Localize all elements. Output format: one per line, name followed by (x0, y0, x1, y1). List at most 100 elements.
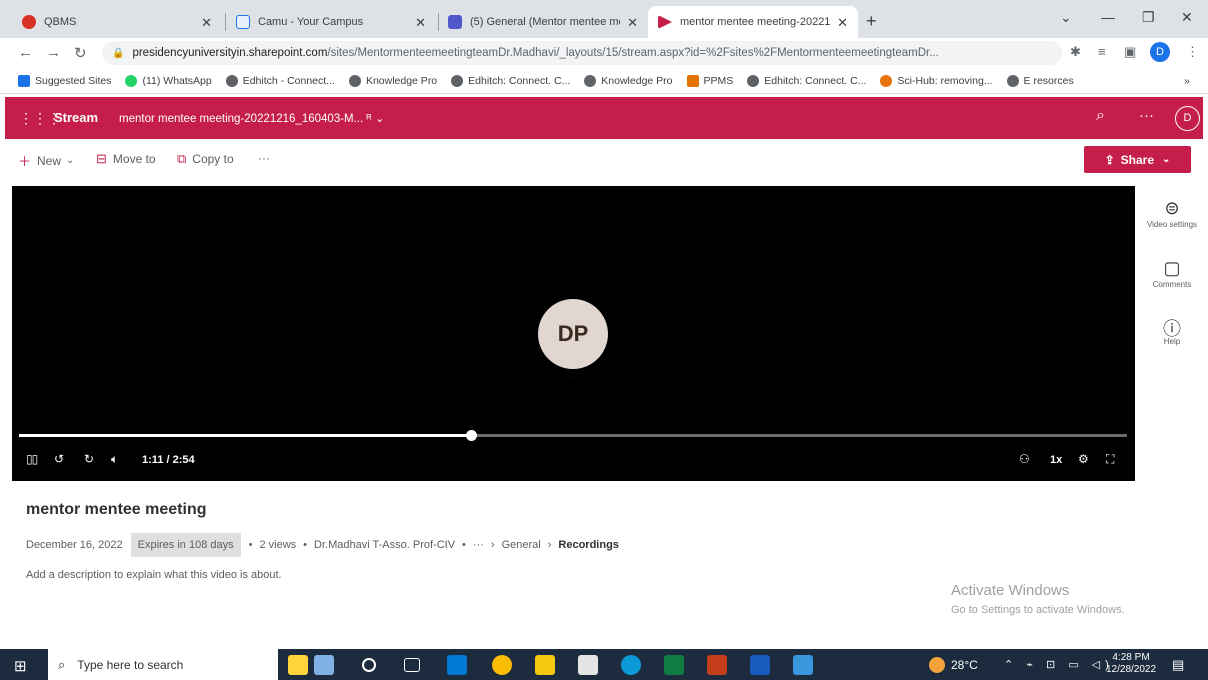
back-arrow-icon[interactable]: ← (18, 44, 33, 61)
tab-teams-general[interactable]: (5) General (Mentor mentee mee ✕ (438, 6, 648, 38)
video-owner[interactable]: Dr.Madhavi T-Asso. Prof-CIV (314, 539, 455, 551)
reload-icon[interactable]: ↻ (74, 44, 87, 62)
forward-arrow-icon[interactable]: → (46, 44, 61, 61)
close-window-icon[interactable]: ✕ (1181, 9, 1193, 26)
video-title[interactable]: mentor mentee meeting (26, 501, 206, 519)
description-field[interactable]: Add a description to explain what this v… (26, 569, 282, 581)
close-tab-icon[interactable]: ✕ (415, 15, 426, 31)
photos-app-icon[interactable] (793, 655, 813, 675)
bookmark-edhitch[interactable]: Edhitch - Connect... (225, 74, 335, 87)
bookmark-suggested-sites[interactable]: Suggested Sites (18, 74, 111, 87)
search-icon[interactable]: ⌕ (1096, 107, 1105, 125)
extensions-icon[interactable]: ✱ (1070, 44, 1081, 60)
tab-qbms[interactable]: QBMS ✕ (12, 6, 222, 38)
separator-dot: • (462, 539, 466, 551)
paint-app-icon[interactable] (288, 655, 308, 675)
mail-app-icon[interactable] (447, 655, 467, 675)
restore-window-icon[interactable]: ❐ (1142, 9, 1155, 26)
whatsapp-icon (125, 74, 138, 87)
more-commands-icon[interactable]: ··· (258, 151, 270, 165)
pause-icon[interactable]: ▯▯ (26, 452, 38, 466)
bookmark-whatsapp[interactable]: (11) WhatsApp (125, 74, 212, 87)
bookmark-knowledge-pro-2[interactable]: Knowledge Pro (584, 74, 673, 87)
powerpoint-app-icon[interactable] (707, 655, 727, 675)
seek-handle[interactable] (466, 430, 478, 441)
settings-gear-icon[interactable]: ⚙ (1078, 452, 1089, 466)
new-label: New (37, 153, 62, 168)
stream-header: ⋮⋮⋮ Stream mentor mentee meeting-2022121… (5, 97, 1203, 139)
reading-list-icon[interactable]: ≡ (1098, 44, 1106, 59)
bookmark-ppms[interactable]: PPMS (686, 74, 733, 87)
video-player[interactable]: DP · · · ▯▯ ↺ ↻ 🔈︎ 1:11 / 2:54 ⚇ 1x ⚙ ⛶ (12, 186, 1135, 481)
share-button[interactable]: ⇪ Share ⌄ (1084, 146, 1191, 173)
weather-widget[interactable]: 28°C (929, 657, 978, 673)
bookmark-label: Knowledge Pro (601, 74, 673, 87)
close-tab-icon[interactable]: ✕ (837, 15, 848, 31)
file-title-dropdown[interactable]: mentor mentee meeting-20221216_160403-M.… (119, 111, 384, 125)
bookmark-knowledge-pro[interactable]: Knowledge Pro (348, 74, 437, 87)
globe-icon (584, 74, 597, 87)
user-avatar[interactable]: D (1175, 106, 1200, 131)
clock-time: 4:28 PM (1112, 652, 1150, 663)
url-path: /sites/MentormenteemeetingteamDr.Madhavi… (327, 47, 939, 59)
video-settings-button[interactable]: ⊜ Video settings (1146, 198, 1198, 229)
activation-watermark-subtitle: Go to Settings to activate Windows. (951, 604, 1125, 616)
windows-start-icon[interactable]: ⊞ (14, 657, 27, 675)
new-button[interactable]: ＋ New ⌄ (18, 151, 74, 170)
new-tab-button[interactable]: + (866, 11, 877, 32)
file-explorer-icon[interactable] (535, 655, 555, 675)
captions-icon[interactable]: ⚇ (1019, 452, 1030, 466)
qbms-favicon-icon (22, 15, 36, 29)
notification-icon[interactable]: ▤ (1172, 657, 1184, 673)
breadcrumb-overflow[interactable]: ··· (473, 539, 484, 551)
bookmark-sci-hub[interactable]: Sci-Hub: removing... (880, 74, 993, 87)
copy-to-button[interactable]: ⧉ Copy to (177, 151, 234, 167)
breadcrumb-recordings[interactable]: Recordings (558, 539, 619, 551)
tab-search-chevron-icon[interactable]: ⌄ (1060, 9, 1072, 26)
help-icon: ⓘ (1163, 319, 1181, 339)
system-tray-icons[interactable]: ⌃ ⌁ ⊡ ▭ ◁) (1004, 658, 1114, 671)
edge-app-icon[interactable] (621, 655, 641, 675)
close-tab-icon[interactable]: ✕ (627, 15, 638, 31)
url-input[interactable]: 🔒 presidencyuniversityin.sharepoint.com … (102, 41, 1062, 65)
comments-button[interactable]: ▢ Comments (1146, 258, 1198, 289)
taskbar-clock[interactable]: 4:28 PM 12/28/2022 (1106, 652, 1156, 676)
playback-speed-button[interactable]: 1x (1050, 454, 1062, 466)
clock-date: 12/28/2022 (1106, 664, 1157, 675)
volume-icon[interactable]: 🔈︎ (111, 452, 118, 467)
side-panel-icon[interactable]: ▣ (1124, 44, 1136, 60)
forward-10-icon[interactable]: ↻ (84, 452, 94, 466)
store-app-icon[interactable] (578, 655, 598, 675)
bookmark-edhitch-3[interactable]: Edhitch: Connect. C... (747, 74, 866, 87)
command-bar: ＋ New ⌄ ⊟ Move to ⧉ Copy to ··· (0, 141, 1208, 177)
bookmark-label: Edhitch: Connect. C... (468, 74, 571, 87)
taskbar-search-input[interactable]: ⌕ Type here to search (48, 649, 278, 680)
tab-label: mentor mentee meeting-202212 (680, 16, 830, 28)
bookmarks-bar: Suggested Sites (11) WhatsApp Edhitch - … (0, 68, 1208, 94)
browser-profile-avatar[interactable]: D (1150, 42, 1170, 62)
rewind-10-icon[interactable]: ↺ (54, 452, 64, 466)
word-app-icon[interactable] (750, 655, 770, 675)
bookmark-e-resorces[interactable]: E resorces (1006, 74, 1074, 87)
more-options-icon[interactable]: ··· (1139, 107, 1154, 124)
minimize-window-icon[interactable]: — (1101, 9, 1115, 25)
seek-bar[interactable] (19, 430, 1127, 441)
help-button[interactable]: ⓘ Help (1146, 315, 1198, 346)
expiration-badge[interactable]: Expires in 108 days (130, 533, 241, 557)
bookmarks-overflow-icon[interactable]: » (1184, 75, 1190, 87)
close-tab-icon[interactable]: ✕ (201, 15, 212, 31)
breadcrumb-general[interactable]: General (502, 539, 541, 551)
chrome-app-icon[interactable] (492, 655, 512, 675)
excel-app-icon[interactable] (664, 655, 684, 675)
browser-menu-icon[interactable]: ⋮ (1186, 44, 1199, 60)
bookmark-edhitch-2[interactable]: Edhitch: Connect. C... (451, 74, 571, 87)
task-view-icon[interactable] (404, 658, 420, 672)
tab-camu[interactable]: Camu - Your Campus ✕ (226, 6, 436, 38)
drawing-app-icon[interactable] (314, 655, 334, 675)
tab-stream-active[interactable]: mentor mentee meeting-202212 ✕ (648, 6, 858, 38)
cortana-icon[interactable] (362, 658, 376, 672)
move-to-button[interactable]: ⊟ Move to (96, 151, 156, 167)
file-title-text: mentor mentee meeting-20221216_160403-M.… (119, 113, 364, 125)
fullscreen-icon[interactable]: ⛶ (1106, 452, 1114, 467)
app-name[interactable]: Stream (54, 110, 98, 125)
